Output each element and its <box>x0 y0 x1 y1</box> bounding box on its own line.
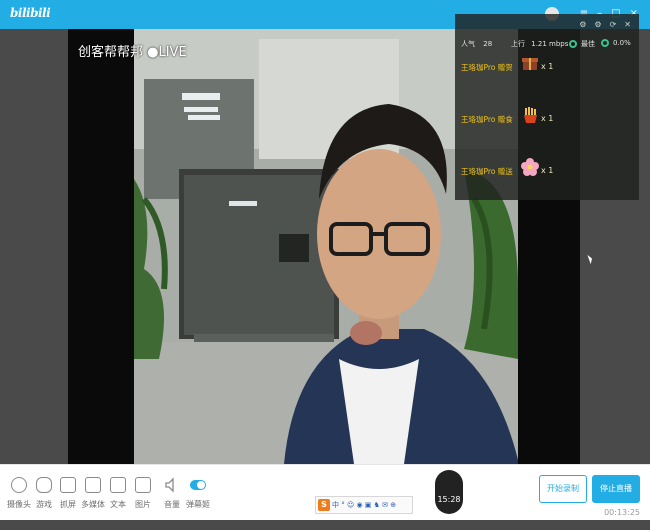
panel-controls: ⚙ ⚙ ⟳ ✕ <box>579 20 631 29</box>
gift-item: 王珞珈Pro 赠送 x 1 <box>461 158 631 188</box>
mouse-cursor-icon <box>587 253 594 265</box>
upload-value: 1.21 mbps <box>531 40 569 48</box>
gift-name: 王珞珈Pro 赠食 <box>461 115 513 124</box>
tool-label: 多媒体 <box>81 500 105 509</box>
tool-text[interactable]: 文本 <box>106 477 130 510</box>
close-icon[interactable]: ✕ <box>624 20 631 29</box>
tool-game[interactable]: 游戏 <box>32 477 56 510</box>
tool-label: 游戏 <box>36 500 52 509</box>
settings-icon[interactable]: ⚙ <box>579 20 586 29</box>
gear-icon[interactable]: ⚙ <box>594 20 601 29</box>
viewers-stat: 人气 28 <box>461 39 492 49</box>
tool-media[interactable]: 多媒体 <box>81 477 105 510</box>
media-icon <box>85 477 101 493</box>
drop-value: 0.0% <box>613 39 631 47</box>
ime-tools[interactable]: 中 ° ☺ ◉ ▣ ♞ ✉ ⊕ <box>332 500 396 510</box>
quality-indicator-icon <box>569 40 577 48</box>
tool-label: 图片 <box>135 500 151 509</box>
tool-screen-capture[interactable]: 抓屏 <box>56 477 80 510</box>
gamepad-icon <box>36 477 52 493</box>
drop-stat: 0.0% <box>601 39 631 47</box>
tool-volume[interactable]: 音量 <box>160 477 184 510</box>
refresh-icon[interactable]: ⟳ <box>610 20 617 29</box>
volume-icon <box>164 477 180 493</box>
tool-danmaku[interactable]: 弹幕姬 <box>186 477 210 510</box>
start-recording-button[interactable]: 开始录制 <box>539 475 587 503</box>
bilibili-logo: bilibili <box>10 6 51 20</box>
stream-stats-panel: ⚙ ⚙ ⟳ ✕ 人气 28 上行 1.21 mbps 最佳 0.0% 王珞珈Pr… <box>455 14 639 200</box>
gift-item: 王珞珈Pro 赠食 x 1 <box>461 106 631 136</box>
tool-image[interactable]: 图片 <box>131 477 155 510</box>
fries-icon <box>524 107 537 123</box>
tool-label: 弹幕姬 <box>186 500 210 509</box>
gift-count: x 1 <box>541 166 554 175</box>
gift-name: 王珞珈Pro 赠送 <box>461 167 513 176</box>
text-icon <box>110 477 126 493</box>
tool-label: 文本 <box>110 500 126 509</box>
input-method-bar[interactable]: S 中 ° ☺ ◉ ▣ ♞ ✉ ⊕ <box>315 496 413 514</box>
tool-label: 音量 <box>164 500 180 509</box>
screen-capture-icon <box>60 477 76 493</box>
quality-stat: 最佳 <box>569 39 595 49</box>
viewers-label: 人气 <box>461 40 475 48</box>
elapsed-time: 00:13:25 <box>604 508 640 517</box>
upload-stat: 上行 1.21 mbps <box>511 39 568 49</box>
danmaku-toggle-icon[interactable] <box>190 480 206 490</box>
gift-box-icon <box>522 58 538 70</box>
tool-label: 抓屏 <box>60 500 76 509</box>
gift-count: x 1 <box>541 62 554 71</box>
camera-icon <box>11 477 27 493</box>
tool-camera[interactable]: 摄像头 <box>7 477 31 510</box>
gift-item: 王珞珈Pro 赠贺 x 1 <box>461 54 631 84</box>
viewers-value: 28 <box>483 40 493 48</box>
sogou-ime-icon: S <box>318 499 330 511</box>
upload-label: 上行 <box>511 40 525 48</box>
live-title-overlay: 创客帮帮邦 ●LIVE <box>78 45 187 60</box>
live-timer: 15:28 <box>435 470 463 514</box>
image-icon <box>135 477 151 493</box>
flower-icon <box>521 158 539 176</box>
quality-label: 最佳 <box>581 40 595 48</box>
tool-label: 摄像头 <box>7 500 31 509</box>
gift-count: x 1 <box>541 114 554 123</box>
stats-header: ⚙ ⚙ ⟳ ✕ 人气 28 上行 1.21 mbps 最佳 0.0% <box>455 14 639 54</box>
drop-indicator-icon <box>601 39 609 47</box>
gift-name: 王珞珈Pro 赠贺 <box>461 63 513 72</box>
stop-live-button[interactable]: 停止直播 <box>592 475 640 503</box>
